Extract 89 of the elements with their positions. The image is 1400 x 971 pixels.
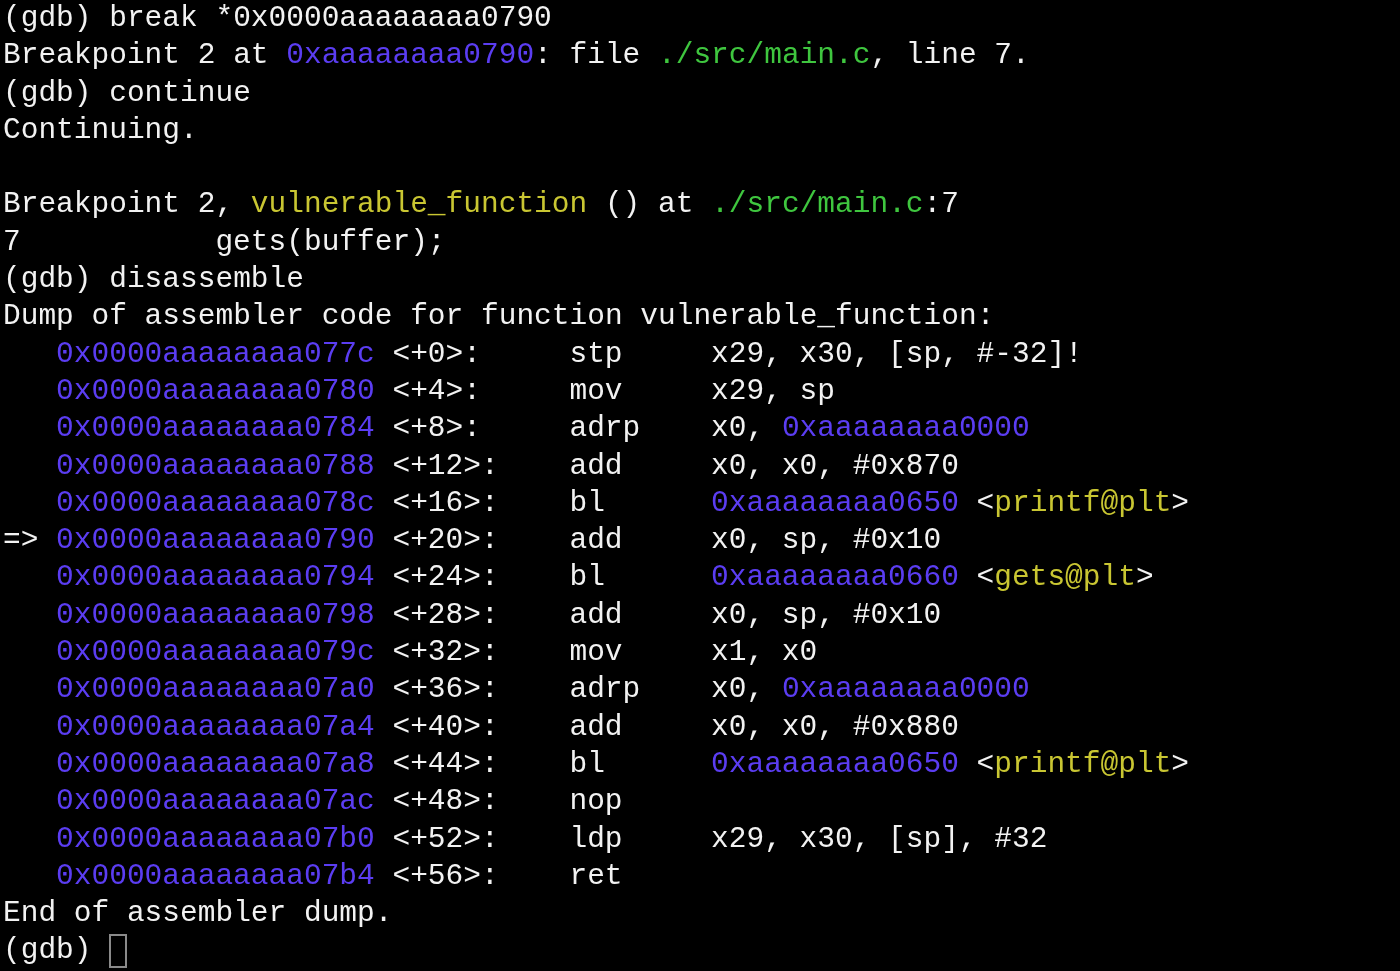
address-text: 0x0000aaaaaaaa0790: [56, 523, 375, 558]
terminal-text: Continuing.: [3, 111, 198, 149]
mnemonic-text: add: [569, 709, 623, 744]
mnemonic-text: adrp: [569, 672, 641, 707]
offset-text: <+44>:: [392, 746, 499, 781]
offset-text: <+0>:: [392, 336, 481, 371]
address-text: 0x0000aaaaaaaa07a0: [56, 672, 375, 707]
address-text: 0x0000aaaaaaaa07ac: [56, 784, 375, 819]
offset-text: <+40>:: [392, 709, 499, 744]
terminal-text: >: [1171, 484, 1190, 522]
terminal-text: x0,: [711, 410, 766, 448]
address-text: 0xaaaaaaaa0660: [711, 559, 959, 597]
terminal-text: (gdb) disassemble: [3, 261, 304, 299]
offset-text: <+48>:: [392, 784, 499, 819]
terminal-text: (gdb) continue: [3, 74, 251, 112]
mnemonic-text: add: [569, 448, 623, 483]
terminal-text: <: [975, 559, 995, 597]
terminal-text: x29, sp: [711, 372, 835, 410]
mnemonic-text: bl: [569, 560, 605, 595]
address-text: 0x0000aaaaaaaa0788: [56, 448, 375, 483]
offset-text: <+32>:: [392, 635, 499, 670]
mnemonic-text: add: [569, 523, 623, 558]
terminal-text: <: [975, 484, 995, 522]
address-text: 0x0000aaaaaaaa07b0: [56, 821, 375, 856]
terminal-text: , line 7.: [870, 37, 1030, 75]
offset-text: <+28>:: [392, 597, 499, 632]
terminal-text: () at: [603, 186, 695, 224]
mnemonic-text: stp: [569, 336, 623, 371]
address-text: 0xaaaaaaaa0650: [711, 484, 959, 522]
terminal-text: (gdb): [3, 932, 93, 970]
terminal-text: Breakpoint 2,: [3, 186, 235, 224]
address-text: 0xaaaaaaaa0000: [781, 410, 1030, 448]
offset-text: <+8>:: [392, 411, 481, 446]
address-text: 0x0000aaaaaaaa0784: [56, 411, 375, 446]
offset-text: <+36>:: [392, 672, 499, 707]
terminal-text: :7: [923, 186, 959, 224]
address-text: 0xaaaaaaaa0790: [286, 37, 535, 75]
offset-text: <+56>:: [392, 858, 499, 893]
mnemonic-text: bl: [569, 485, 605, 520]
terminal-text: >: [1171, 745, 1190, 783]
address-text: 0x0000aaaaaaaa07b4: [56, 858, 375, 893]
terminal-text: x0, x0, #0x870: [711, 447, 959, 485]
terminal-text: x29, x30, [sp, #-32]!: [711, 335, 1083, 373]
offset-text: <+4>:: [392, 373, 481, 408]
function-name: printf@plt: [994, 484, 1172, 522]
mnemonic-text: add: [569, 597, 623, 632]
terminal-text: >: [1135, 559, 1154, 597]
terminal-text: x29, x30, [sp], #32: [711, 820, 1048, 858]
address-text: 0x0000aaaaaaaa07a4: [56, 709, 375, 744]
mnemonic-text: adrp: [569, 411, 641, 446]
terminal-text: End of assembler dump.: [3, 895, 393, 933]
address-text: 0x0000aaaaaaaa0798: [56, 597, 375, 632]
current-instruction-marker: =>: [3, 523, 39, 558]
mnemonic-text: mov: [569, 373, 623, 408]
address-text: 0x0000aaaaaaaa079c: [56, 635, 375, 670]
terminal-text: Dump of assembler code for function vulnerable_function:: [3, 298, 995, 336]
terminal-text: x0, x0, #0x880: [711, 708, 959, 746]
terminal-text: <: [975, 745, 995, 783]
offset-text: <+16>:: [392, 485, 499, 520]
address-text: 0x0000aaaaaaaa07a8: [56, 746, 375, 781]
address-text: 0x0000aaaaaaaa077c: [56, 336, 375, 371]
mnemonic-text: ldp: [569, 821, 623, 856]
address-text: 0xaaaaaaaa0000: [781, 671, 1030, 709]
offset-text: <+52>:: [392, 821, 499, 856]
address-text: 0x0000aaaaaaaa078c: [56, 485, 375, 520]
mnemonic-text: nop: [569, 784, 623, 819]
terminal-text: : file: [534, 37, 642, 75]
source-code: gets(buffer);: [215, 223, 446, 261]
function-name: gets@plt: [994, 559, 1136, 597]
mnemonic-text: mov: [569, 635, 623, 670]
line-number: 7: [3, 223, 22, 261]
function-name: vulnerable_function: [250, 186, 588, 224]
function-name: printf@plt: [994, 745, 1172, 783]
offset-text: <+24>:: [392, 560, 499, 595]
terminal-text: x0, sp, #0x10: [711, 522, 942, 560]
terminal-text: Breakpoint 2 at: [3, 37, 270, 75]
terminal-text: x0, sp, #0x10: [711, 596, 942, 634]
offset-text: <+12>:: [392, 448, 499, 483]
terminal-text: x1, x0: [711, 634, 818, 672]
file-path: ./src/main.c: [658, 37, 871, 75]
offset-text: <+20>:: [392, 523, 499, 558]
address-text: 0x0000aaaaaaaa0780: [56, 373, 375, 408]
mnemonic-text: ret: [569, 858, 623, 893]
mnemonic-text: bl: [569, 746, 605, 781]
terminal-text: x0,: [711, 671, 766, 709]
terminal-text: (gdb) break *0x0000aaaaaaaa0790: [3, 0, 552, 37]
file-path: ./src/main.c: [711, 186, 924, 224]
address-text: 0xaaaaaaaa0650: [711, 745, 959, 783]
address-text: 0x0000aaaaaaaa0794: [56, 560, 375, 595]
